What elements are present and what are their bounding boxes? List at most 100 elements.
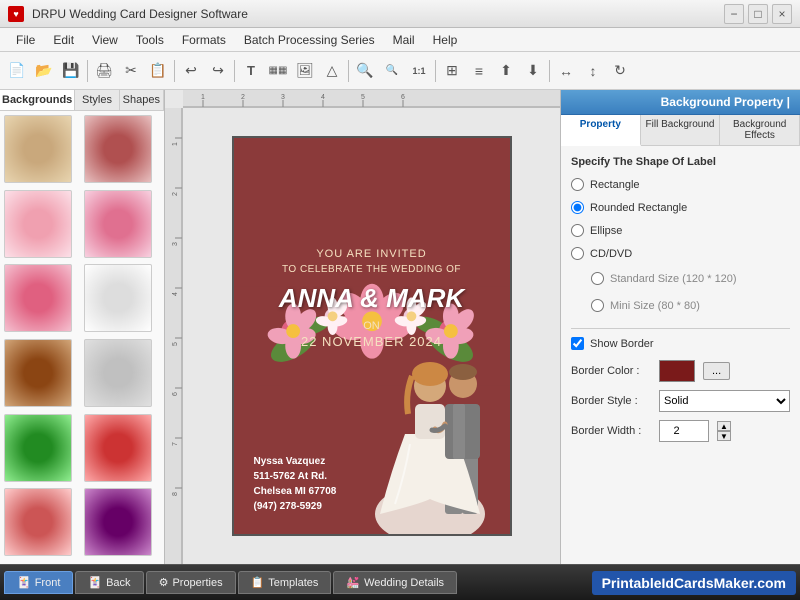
zoom-in-button[interactable]: 🔍 <box>352 58 378 84</box>
menu-mail[interactable]: Mail <box>385 31 423 49</box>
tab-templates[interactable]: 📋 Templates <box>238 571 332 594</box>
bg-thumb-11[interactable] <box>4 488 72 556</box>
wedding-card[interactable]: YOU ARE INVITED TO CELEBRATE THE WEDDING… <box>232 136 512 536</box>
bg-thumb-9[interactable] <box>4 414 72 482</box>
border-style-select[interactable]: Solid Dashed Dotted <box>659 390 790 412</box>
border-width-label: Border Width : <box>571 425 651 437</box>
bg-thumb-7[interactable] <box>4 339 72 407</box>
tab-front[interactable]: 🃏 Front <box>4 571 73 594</box>
rotate-button[interactable]: ↻ <box>607 58 633 84</box>
card-contact: Nyssa Vazquez 511-5762 At Rd. Chelsea MI… <box>254 454 337 514</box>
forward-button[interactable]: ⬆ <box>493 58 519 84</box>
bg-thumb-4[interactable] <box>84 190 152 258</box>
mini-size-item: Mini Size (80 * 80) <box>591 297 790 314</box>
menu-file[interactable]: File <box>8 31 43 49</box>
open-button[interactable]: 📂 <box>31 58 57 84</box>
image-button[interactable]: 🖼 <box>292 58 318 84</box>
svg-text:4: 4 <box>172 292 179 296</box>
app-title: DRPU Wedding Card Designer Software <box>32 7 248 21</box>
shape-rounded-label[interactable]: Rounded Rectangle <box>590 202 687 214</box>
bg-thumb-12[interactable] <box>84 488 152 556</box>
card-container: YOU ARE INVITED TO CELEBRATE THE WEDDING… <box>232 136 512 536</box>
contact-city: Chelsea MI 67708 <box>254 484 337 499</box>
menu-edit[interactable]: Edit <box>45 31 82 49</box>
border-color-picker-button[interactable]: ... <box>703 362 730 380</box>
bg-thumb-6[interactable] <box>84 264 152 332</box>
shape-ellipse-label[interactable]: Ellipse <box>590 225 622 237</box>
border-color-swatch[interactable] <box>659 360 695 382</box>
tab-backgrounds[interactable]: Backgrounds <box>0 90 75 110</box>
wedding-details-label: Wedding Details <box>364 577 444 589</box>
align-button[interactable]: ≡ <box>466 58 492 84</box>
tab-wedding-details[interactable]: 💒 Wedding Details <box>333 571 457 594</box>
shape-radio-group: Rectangle Rounded Rectangle Ellipse CD/D… <box>571 176 790 262</box>
menu-view[interactable]: View <box>84 31 126 49</box>
border-width-input[interactable] <box>659 420 709 442</box>
back-button[interactable]: ⬇ <box>520 58 546 84</box>
close-button[interactable]: × <box>772 4 792 24</box>
background-thumbnails <box>0 111 164 564</box>
menu-batch[interactable]: Batch Processing Series <box>236 31 383 49</box>
show-border-label[interactable]: Show Border <box>590 338 654 350</box>
svg-text:2: 2 <box>172 192 179 196</box>
tab-shapes[interactable]: Shapes <box>120 90 164 110</box>
svg-text:8: 8 <box>172 492 179 496</box>
maximize-button[interactable]: □ <box>748 4 768 24</box>
tab-property[interactable]: Property <box>561 115 641 146</box>
grid-button[interactable]: ⊞ <box>439 58 465 84</box>
redo-button[interactable]: ↪ <box>205 58 231 84</box>
prop-divider-1 <box>571 328 790 329</box>
undo-button[interactable]: ↩ <box>178 58 204 84</box>
save-button[interactable]: 💾 <box>58 58 84 84</box>
shape-rectangle-label[interactable]: Rectangle <box>590 179 640 191</box>
back-label: Back <box>106 577 130 589</box>
text-button[interactable]: T <box>238 58 264 84</box>
menu-help[interactable]: Help <box>425 31 466 49</box>
tab-back[interactable]: 🃏 Back <box>75 571 143 594</box>
svg-text:1: 1 <box>201 94 205 101</box>
bg-thumb-1[interactable] <box>4 115 72 183</box>
shape-cddvd-label[interactable]: CD/DVD <box>590 248 632 260</box>
mini-size-label[interactable]: Mini Size (80 * 80) <box>610 300 700 312</box>
border-width-up[interactable]: ▲ <box>717 421 731 431</box>
bg-thumb-2[interactable] <box>84 115 152 183</box>
border-width-down[interactable]: ▼ <box>717 431 731 441</box>
tab-background-effects[interactable]: Background Effects <box>720 115 800 145</box>
mini-size-radio[interactable] <box>591 299 604 312</box>
cut-button[interactable]: ✂ <box>118 58 144 84</box>
toolbar: 📄 📂 💾 🖨 ✂ 📋 ↩ ↪ T ▦▦ 🖼 △ 🔍 🔍 1:1 ⊞ ≡ ⬆ ⬇… <box>0 52 800 90</box>
new-button[interactable]: 📄 <box>4 58 30 84</box>
bg-thumb-8[interactable] <box>84 339 152 407</box>
flip-h-button[interactable]: ↔ <box>553 58 579 84</box>
svg-text:1: 1 <box>172 142 179 146</box>
shape-rectangle-radio[interactable] <box>571 178 584 191</box>
menu-tools[interactable]: Tools <box>128 31 172 49</box>
standard-size-label[interactable]: Standard Size (120 * 120) <box>610 273 737 285</box>
shape-cddvd-radio[interactable] <box>571 247 584 260</box>
tab-styles[interactable]: Styles <box>75 90 119 110</box>
tab-properties[interactable]: ⚙ Properties <box>146 571 236 594</box>
shape-button[interactable]: △ <box>319 58 345 84</box>
minimize-button[interactable]: − <box>724 4 744 24</box>
copy-button[interactable]: 📋 <box>145 58 171 84</box>
bg-thumb-5[interactable] <box>4 264 72 332</box>
flip-v-button[interactable]: ↕ <box>580 58 606 84</box>
zoom-out-button[interactable]: 🔍 <box>379 58 405 84</box>
tab-fill-background[interactable]: Fill Background <box>641 115 721 145</box>
bg-thumb-10[interactable] <box>84 414 152 482</box>
toolbar-separator-1 <box>87 60 88 82</box>
print-button[interactable]: 🖨 <box>91 58 117 84</box>
title-bar: ♥ DRPU Wedding Card Designer Software − … <box>0 0 800 28</box>
zoom-100-button[interactable]: 1:1 <box>406 58 432 84</box>
menu-formats[interactable]: Formats <box>174 31 234 49</box>
barcode-button[interactable]: ▦▦ <box>265 58 291 84</box>
bg-thumb-3[interactable] <box>4 190 72 258</box>
show-border-checkbox[interactable] <box>571 337 584 350</box>
window-controls[interactable]: − □ × <box>724 4 792 24</box>
size-sub-options: Standard Size (120 * 120) Mini Size (80 … <box>591 270 790 320</box>
front-icon: 🃏 <box>17 576 31 589</box>
shape-ellipse-radio[interactable] <box>571 224 584 237</box>
shape-rounded-radio[interactable] <box>571 201 584 214</box>
canvas-area[interactable]: 1 2 3 4 5 6 1 <box>165 90 560 564</box>
standard-size-radio[interactable] <box>591 272 604 285</box>
